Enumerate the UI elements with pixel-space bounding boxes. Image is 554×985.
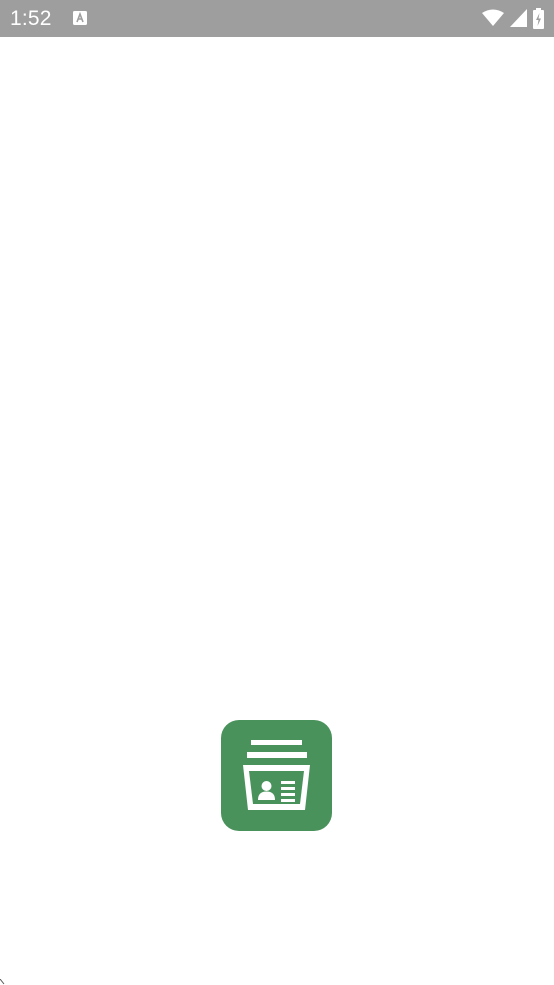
status-bar: 1:52 [0, 0, 554, 37]
splash-screen: 1:52 [0, 0, 554, 985]
content-area [0, 37, 554, 985]
battery-charging-icon [533, 7, 544, 29]
corner-dot [0, 979, 5, 985]
notification-a-icon [73, 11, 87, 25]
wifi-icon [482, 9, 504, 26]
app-logo [221, 720, 332, 831]
status-icons [482, 7, 544, 29]
status-time: 1:52 [10, 7, 52, 30]
id-card-stack-icon [243, 740, 310, 810]
signal-icon [510, 9, 527, 27]
